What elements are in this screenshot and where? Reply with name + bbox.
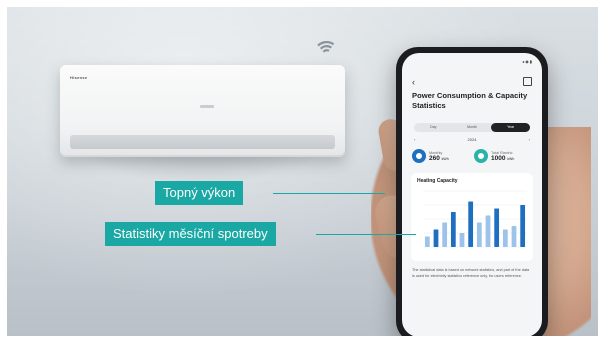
back-button[interactable]: ‹	[412, 77, 415, 87]
callout-leader-line	[273, 193, 385, 194]
tab-year[interactable]: Year	[491, 123, 531, 132]
smartphone: ◂ ◉ ▮ ‹ Power Consumption & Capacity Sta…	[396, 47, 548, 336]
page-title: Power Consumption & Capacity Statistics	[412, 91, 528, 110]
tab-day[interactable]: Day	[414, 123, 453, 132]
next-period-button[interactable]: ›	[529, 137, 530, 142]
callout-leader-line	[316, 234, 416, 235]
chart-bar[interactable]	[485, 215, 491, 248]
bar-chart	[423, 190, 527, 248]
chart-bar[interactable]	[433, 229, 439, 248]
product-photo: Hisense ◂ ◉ ▮ ‹ Power Consumption & Capa…	[7, 7, 598, 336]
metric-total: Total Electric 1000 kWh	[474, 149, 514, 163]
chart-bar[interactable]	[442, 222, 448, 248]
power-icon	[412, 149, 426, 163]
chart-bar[interactable]	[494, 208, 500, 248]
leaf-icon	[474, 149, 488, 163]
current-period: 2024	[467, 137, 477, 142]
heating-capacity-card: Heating Capacity	[411, 173, 533, 261]
ac-brand-label: Hisense	[70, 75, 88, 80]
metric-monthly: Monthly 260 kWh	[412, 149, 449, 163]
chart-bar[interactable]	[424, 236, 430, 248]
disclaimer-text: The statistical data is based on network…	[412, 268, 530, 278]
metric-value: 1000 kWh	[491, 154, 515, 162]
chart-title: Heating Capacity	[417, 178, 458, 184]
callout-monthly-consumption: Statistiky měsíční spotreby	[105, 222, 276, 246]
metric-value: 260 kWh	[429, 154, 449, 162]
tab-month[interactable]: Month	[453, 123, 492, 132]
chart-bar[interactable]	[520, 205, 526, 247]
ac-vent	[70, 135, 335, 149]
air-conditioner-unit: Hisense	[60, 65, 345, 157]
chart-bar[interactable]	[450, 212, 456, 247]
share-icon[interactable]	[523, 77, 532, 86]
wifi-icon	[317, 41, 335, 53]
prev-period-button[interactable]: ‹	[414, 137, 415, 142]
date-navigator: ‹ 2024 ›	[414, 137, 530, 142]
callout-heating-capacity: Topný výkon	[155, 181, 244, 205]
ac-display	[200, 105, 214, 108]
status-bar: ◂ ◉ ▮	[522, 59, 532, 64]
chart-bar[interactable]	[476, 222, 482, 248]
chart-bar[interactable]	[511, 226, 517, 247]
chart-bar[interactable]	[502, 229, 508, 248]
phone-screen: ◂ ◉ ▮ ‹ Power Consumption & Capacity Sta…	[402, 53, 542, 336]
chart-bar[interactable]	[459, 233, 465, 247]
chart-bar[interactable]	[468, 201, 474, 248]
period-selector[interactable]: Day Month Year	[414, 123, 531, 132]
